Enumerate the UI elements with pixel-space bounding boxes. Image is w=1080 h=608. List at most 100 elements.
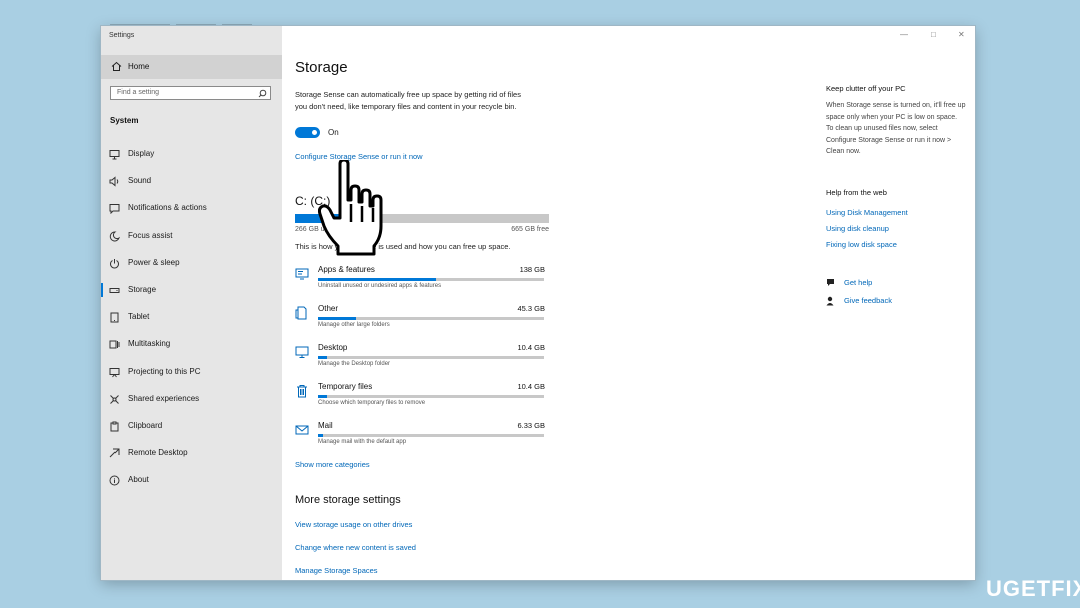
sidebar-item-label: Storage bbox=[128, 284, 157, 294]
category-mail[interactable]: Mail 6.33 GB Manage mail with the defaul… bbox=[295, 420, 545, 459]
sidebar-home-label: Home bbox=[128, 62, 150, 71]
power-icon bbox=[109, 258, 120, 269]
help-link-disk-cleanup[interactable]: Using disk cleanup bbox=[826, 224, 889, 233]
sound-icon bbox=[109, 176, 120, 187]
notifications-icon bbox=[109, 203, 120, 215]
drive-free-label: 665 GB free bbox=[511, 226, 549, 233]
sidebar-item-sound[interactable]: Sound bbox=[101, 170, 282, 197]
category-subtitle: Choose which temporary files to remove bbox=[318, 400, 426, 406]
desktop-icon bbox=[295, 345, 309, 359]
category-name: Desktop bbox=[318, 343, 348, 352]
manage-storage-spaces-link[interactable]: Manage Storage Spaces bbox=[295, 566, 378, 575]
display-icon bbox=[109, 149, 120, 160]
sidebar-item-label: About bbox=[128, 475, 149, 485]
category-name: Temporary files bbox=[318, 382, 373, 391]
sidebar-home[interactable]: Home bbox=[101, 55, 282, 79]
moon-icon bbox=[109, 231, 120, 242]
page-title: Storage bbox=[295, 59, 348, 76]
give-feedback-link[interactable]: Give feedback bbox=[844, 296, 892, 305]
search-placeholder: Find a setting bbox=[117, 89, 160, 96]
category-subtitle: Manage mail with the default app bbox=[318, 439, 407, 445]
sidebar-item-label: Clipboard bbox=[128, 420, 163, 430]
category-size: 6.33 GB bbox=[517, 421, 545, 430]
category-size: 45.3 GB bbox=[517, 304, 545, 313]
view-other-drives-link[interactable]: View storage usage on other drives bbox=[295, 520, 412, 529]
sidebar-item-label: Tablet bbox=[128, 312, 150, 322]
multitasking-icon bbox=[109, 339, 120, 350]
sidebar-item-display[interactable]: Display bbox=[101, 143, 282, 170]
category-name: Apps & features bbox=[318, 265, 375, 274]
category-bar-fill bbox=[318, 317, 357, 320]
help-link-disk-management[interactable]: Using Disk Management bbox=[826, 208, 908, 217]
other-icon bbox=[295, 306, 309, 320]
category-subtitle: Manage other large folders bbox=[318, 322, 390, 328]
storage-sense-toggle[interactable] bbox=[295, 127, 320, 138]
sidebar-item-power-sleep[interactable]: Power & sleep bbox=[101, 252, 282, 279]
sidebar-item-label: Multitasking bbox=[128, 339, 171, 349]
toggle-state-label: On bbox=[328, 128, 339, 137]
sidebar-item-label: Sound bbox=[128, 176, 152, 186]
clutter-title: Keep clutter off your PC bbox=[826, 84, 906, 93]
category-other[interactable]: Other 45.3 GB Manage other large folders bbox=[295, 303, 545, 342]
apps-icon bbox=[295, 267, 309, 281]
hand-pointer-cursor-icon bbox=[318, 160, 392, 256]
clipboard-icon bbox=[109, 421, 120, 432]
sidebar-item-focus-assist[interactable]: Focus assist bbox=[101, 225, 282, 252]
get-help-link[interactable]: Get help bbox=[844, 278, 872, 287]
sidebar-item-projecting[interactable]: Projecting to this PC bbox=[101, 361, 282, 388]
sidebar-item-label: Shared experiences bbox=[128, 393, 200, 403]
storage-icon bbox=[109, 285, 120, 296]
category-name: Mail bbox=[318, 421, 333, 430]
sidebar-item-about[interactable]: About bbox=[101, 469, 282, 496]
main-content: — □ ✕ Storage Storage Sense can automati… bbox=[282, 26, 975, 580]
category-size: 138 GB bbox=[519, 265, 545, 274]
category-bar bbox=[318, 434, 544, 437]
category-size: 10.4 GB bbox=[517, 343, 545, 352]
section-label-system: System bbox=[110, 116, 139, 125]
category-bar-fill bbox=[318, 395, 328, 398]
change-save-location-link[interactable]: Change where new content is saved bbox=[295, 543, 416, 552]
category-temporary-files[interactable]: Temporary files 10.4 GB Choose which tem… bbox=[295, 381, 545, 420]
sidebar-item-storage[interactable]: Storage bbox=[101, 279, 282, 306]
sidebar-item-tablet[interactable]: Tablet bbox=[101, 306, 282, 333]
category-subtitle: Manage the Desktop folder bbox=[318, 361, 391, 367]
category-bar bbox=[318, 317, 544, 320]
sidebar-item-label: Power & sleep bbox=[128, 257, 180, 267]
close-button[interactable]: ✕ bbox=[958, 30, 965, 39]
category-desktop[interactable]: Desktop 10.4 GB Manage the Desktop folde… bbox=[295, 342, 545, 381]
sidebar-item-clipboard[interactable]: Clipboard bbox=[101, 415, 282, 442]
category-subtitle: Uninstall unused or undesired apps & fea… bbox=[318, 283, 442, 289]
category-size: 10.4 GB bbox=[517, 382, 545, 391]
category-bar-fill bbox=[318, 278, 436, 281]
feedback-icon bbox=[826, 296, 836, 306]
clutter-description: When Storage sense is turned on, it'll f… bbox=[826, 102, 966, 155]
mail-icon bbox=[295, 423, 309, 437]
home-icon bbox=[111, 61, 122, 72]
help-from-web-title: Help from the web bbox=[826, 188, 887, 197]
category-bar-fill bbox=[318, 434, 323, 437]
category-bar bbox=[318, 356, 544, 359]
maximize-button[interactable]: □ bbox=[931, 30, 936, 39]
sidebar-item-notifications[interactable]: Notifications & actions bbox=[101, 197, 282, 224]
category-bar bbox=[318, 278, 544, 281]
sidebar: Settings Home Find a setting System Disp… bbox=[101, 26, 282, 580]
minimize-button[interactable]: — bbox=[900, 30, 908, 39]
search-input[interactable]: Find a setting bbox=[110, 86, 271, 100]
chat-help-icon bbox=[826, 278, 836, 288]
sidebar-item-multitasking[interactable]: Multitasking bbox=[101, 333, 282, 360]
search-icon[interactable] bbox=[258, 89, 267, 98]
help-link-low-disk-space[interactable]: Fixing low disk space bbox=[826, 240, 897, 249]
category-bar bbox=[318, 395, 544, 398]
toggle-knob bbox=[312, 130, 317, 135]
category-apps-features[interactable]: Apps & features 138 GB Uninstall unused … bbox=[295, 264, 545, 303]
sidebar-item-remote-desktop[interactable]: Remote Desktop bbox=[101, 442, 282, 469]
sidebar-item-label: Notifications & actions bbox=[128, 203, 207, 213]
sidebar-item-shared-experiences[interactable]: Shared experiences bbox=[101, 388, 282, 415]
storage-categories: Apps & features 138 GB Uninstall unused … bbox=[295, 264, 545, 459]
projecting-icon bbox=[109, 367, 120, 378]
category-name: Other bbox=[318, 304, 339, 313]
show-more-categories-link[interactable]: Show more categories bbox=[295, 460, 370, 469]
info-icon bbox=[109, 475, 120, 486]
more-storage-settings-title: More storage settings bbox=[295, 494, 401, 506]
app-title: Settings bbox=[109, 32, 135, 39]
